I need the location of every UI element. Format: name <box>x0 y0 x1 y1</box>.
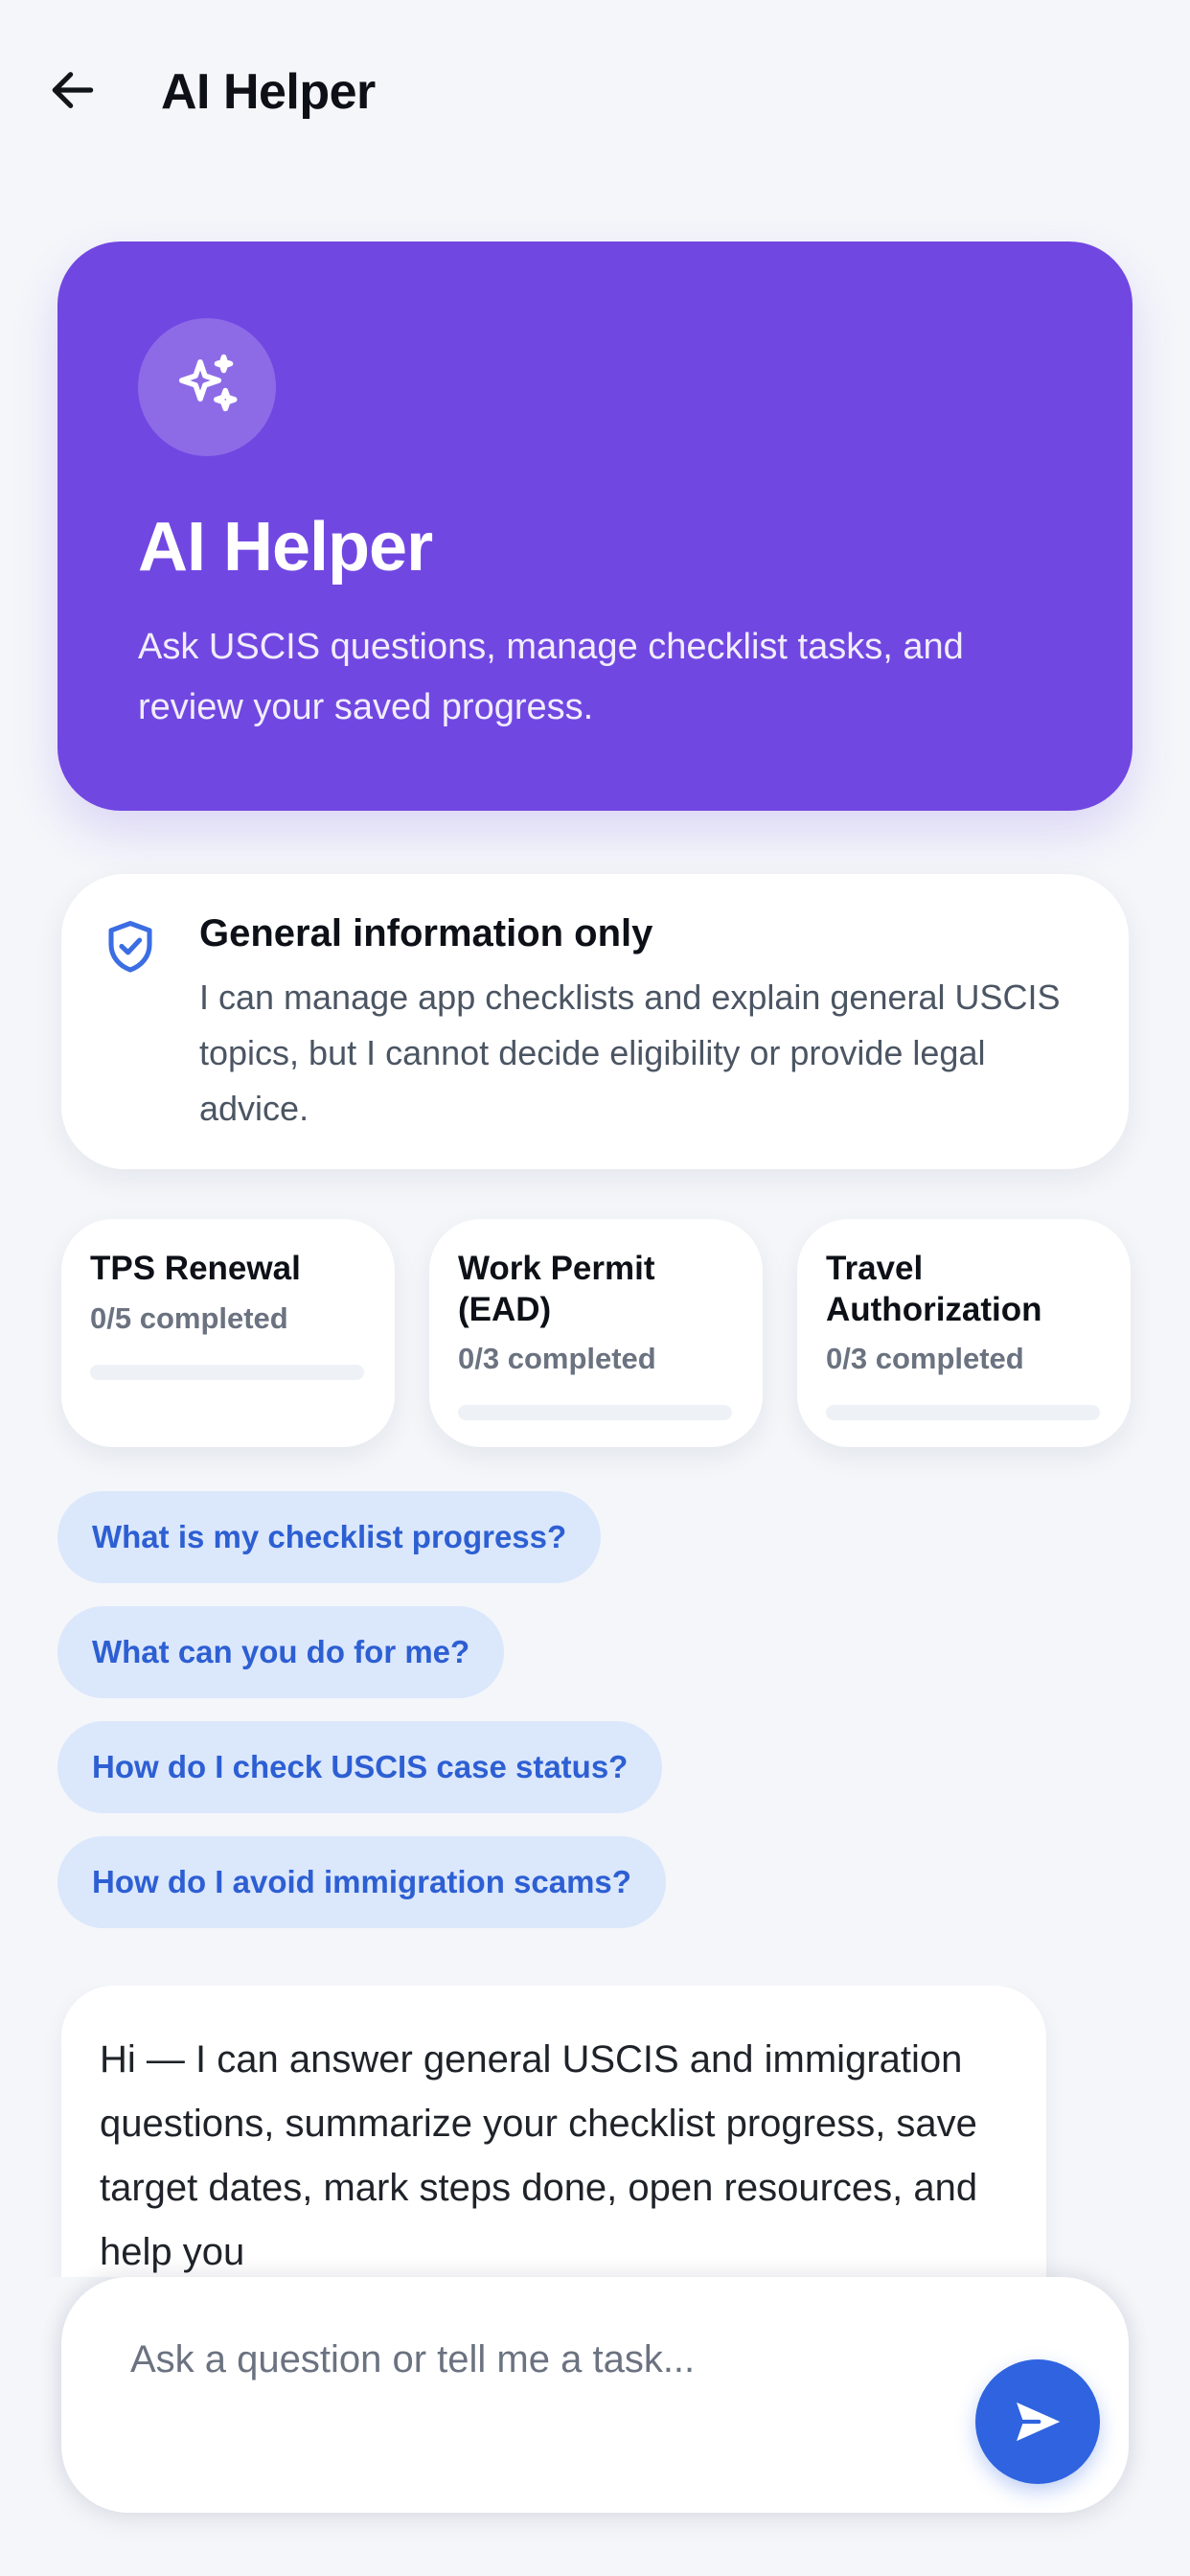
page-title: AI Helper <box>161 64 376 120</box>
assistant-message-bubble: Hi — I can answer general USCIS and immi… <box>61 1986 1046 2277</box>
disclaimer-text: I can manage app checklists and explain … <box>199 978 1061 1128</box>
hero-icon-badge <box>138 318 276 456</box>
chat-composer <box>61 2277 1129 2513</box>
disclaimer-title: General information only <box>199 912 653 954</box>
chat-input[interactable] <box>130 2331 973 2388</box>
hero-subtitle: Ask USCIS questions, manage checklist ta… <box>138 627 964 727</box>
checklist-card-title: TPS Renewal <box>90 1250 301 1287</box>
checklist-progress-bar <box>826 1405 1100 1420</box>
assistant-message-text: Hi — I can answer general USCIS and immi… <box>100 2038 978 2273</box>
suggestion-chip-avoid-scams[interactable]: How do I avoid immigration scams? <box>57 1836 666 1928</box>
hero-title: AI Helper <box>138 509 433 586</box>
disclaimer-card: General information only I can manage ap… <box>61 874 1129 1169</box>
checklist-card-title: Work Permit (EAD) <box>458 1250 655 1328</box>
suggestion-chip-checklist-progress[interactable]: What is my checklist progress? <box>57 1491 602 1583</box>
checklist-card-work-permit[interactable]: Work Permit (EAD) 0/3 completed <box>429 1219 763 1447</box>
hero-card: AI Helper Ask USCIS questions, manage ch… <box>57 242 1133 811</box>
checklist-progress-bar <box>90 1365 364 1380</box>
arrow-left-icon <box>52 72 94 108</box>
suggestion-chip-case-status[interactable]: How do I check USCIS case status? <box>57 1721 663 1813</box>
checklist-card-count: 0/3 completed <box>458 1342 656 1375</box>
send-button[interactable] <box>975 2359 1100 2484</box>
back-button[interactable] <box>42 59 103 121</box>
checklist-progress-bar <box>458 1405 732 1420</box>
suggestion-chip-what-can-you-do[interactable]: What can you do for me? <box>57 1606 505 1698</box>
checklist-card-title: Travel Authorization <box>826 1250 1042 1328</box>
checklist-card-travel-authorization[interactable]: Travel Authorization 0/3 completed <box>797 1219 1131 1447</box>
top-app-bar: AI Helper <box>0 0 1190 192</box>
checklist-card-tps-renewal[interactable]: TPS Renewal 0/5 completed <box>61 1219 395 1447</box>
checklist-card-count: 0/5 completed <box>90 1301 288 1335</box>
checklist-card-count: 0/3 completed <box>826 1342 1024 1375</box>
sparkles-icon <box>178 354 238 412</box>
shield-check-icon <box>108 920 152 973</box>
send-icon <box>1017 2402 1061 2442</box>
chat-message-list[interactable]: Hi — I can answer general USCIS and immi… <box>0 1986 1190 2277</box>
